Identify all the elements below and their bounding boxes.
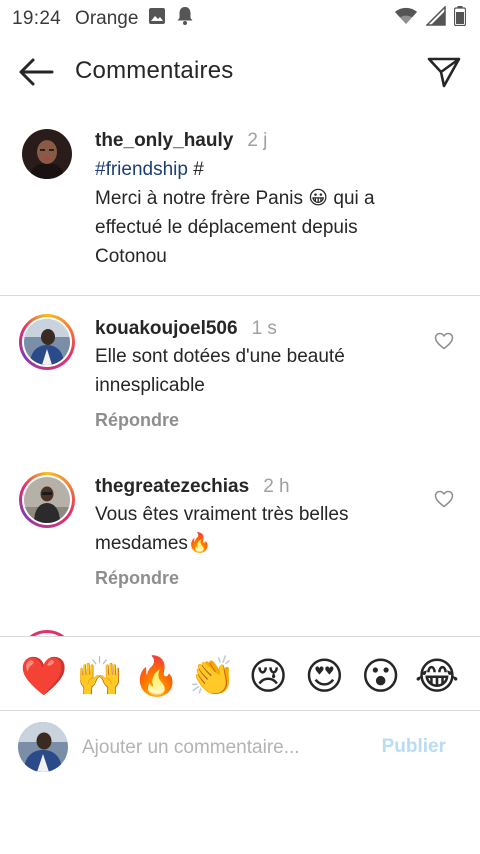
caption-text: #friendship # Merci à notre frère Panis … xyxy=(95,155,455,271)
comment-item: thegreatezechias 2 h Vous êtes vraiment t… xyxy=(0,470,480,600)
hashtag-link[interactable]: #friendship xyxy=(95,159,188,180)
like-button[interactable] xyxy=(434,332,456,352)
emoji-fire-button[interactable]: 🔥 xyxy=(133,657,180,695)
avatar[interactable] xyxy=(22,129,72,179)
comment-line-1: Vous êtes vraiment très belles xyxy=(95,504,349,525)
avatar[interactable] xyxy=(19,472,75,528)
battery-icon xyxy=(453,6,467,32)
comment-text: Elle sont dotées d'une beauté innesplica… xyxy=(95,342,425,400)
comment-time: 2 h xyxy=(263,476,290,497)
comment-composer: Publier xyxy=(0,720,480,776)
comment-item: kouakoujoel506 1 s Elle sont dotées d'une… xyxy=(0,312,480,442)
avatar[interactable] xyxy=(19,314,75,370)
comment-text: Vous êtes vraiment très belles mesdames🔥 xyxy=(95,500,425,558)
share-button[interactable] xyxy=(424,53,464,91)
status-time: 19:24 xyxy=(12,8,62,29)
app-header: Commentaires xyxy=(0,38,480,106)
status-bar: 19:24 Orange xyxy=(0,0,480,38)
emoji-clapping-button[interactable]: 👏 xyxy=(189,657,236,695)
caption-line-2: effectué le déplacement depuis xyxy=(95,217,358,238)
reply-button[interactable]: Répondre xyxy=(95,568,179,589)
like-button[interactable] xyxy=(434,490,456,510)
heart-icon xyxy=(434,332,454,350)
comment-input[interactable] xyxy=(82,734,352,762)
notification-bell-icon xyxy=(176,6,194,32)
emoji-heart-eyes-button[interactable]: 😍 xyxy=(301,657,347,695)
emoji-heart-button[interactable]: ❤️ xyxy=(20,657,67,695)
comment-line-2: innesplicable xyxy=(95,375,205,396)
divider xyxy=(0,636,480,637)
wifi-icon xyxy=(394,7,418,31)
emoji-surprised-button[interactable]: 😮 xyxy=(358,657,404,695)
post-caption: the_only_hauly 2 j #friendship # Merci à … xyxy=(0,120,480,296)
divider xyxy=(0,710,480,711)
comment-username[interactable]: kouakoujoel506 xyxy=(95,318,238,339)
caption-line-1: Merci à notre frère Panis 😀 qui a xyxy=(95,188,375,209)
reply-button[interactable]: Répondre xyxy=(95,410,179,431)
caption-line-3: Cotonou xyxy=(95,246,167,267)
signal-icon xyxy=(425,5,446,32)
caption-hashtag-suffix: # xyxy=(187,159,204,180)
publish-button[interactable]: Publier xyxy=(382,736,446,758)
image-icon xyxy=(148,7,166,31)
comment-username[interactable]: thegreatezechias xyxy=(95,476,249,497)
paper-plane-icon xyxy=(427,57,461,88)
emoji-tears-of-joy-button[interactable]: 😂 xyxy=(414,657,460,695)
back-button[interactable] xyxy=(16,54,56,90)
emoji-crying-button[interactable]: 😢 xyxy=(245,657,291,695)
divider xyxy=(0,295,480,296)
caption-time: 2 j xyxy=(247,130,268,151)
status-carrier: Orange xyxy=(75,8,139,29)
emoji-raising-hands-button[interactable]: 🙌 xyxy=(76,657,123,695)
arrow-left-icon xyxy=(19,58,54,86)
comment-line-1: Elle sont dotées d'une beauté xyxy=(95,346,345,367)
caption-username[interactable]: the_only_hauly xyxy=(95,130,233,151)
heart-icon xyxy=(434,490,454,508)
current-user-avatar xyxy=(18,722,68,772)
comment-time: 1 s xyxy=(251,318,277,339)
page-title: Commentaires xyxy=(75,57,234,84)
comment-line-2: mesdames🔥 xyxy=(95,533,212,554)
emoji-reaction-bar: ❤️ 🙌 🔥 👏 😢 😍 😮 😂 xyxy=(0,648,480,704)
